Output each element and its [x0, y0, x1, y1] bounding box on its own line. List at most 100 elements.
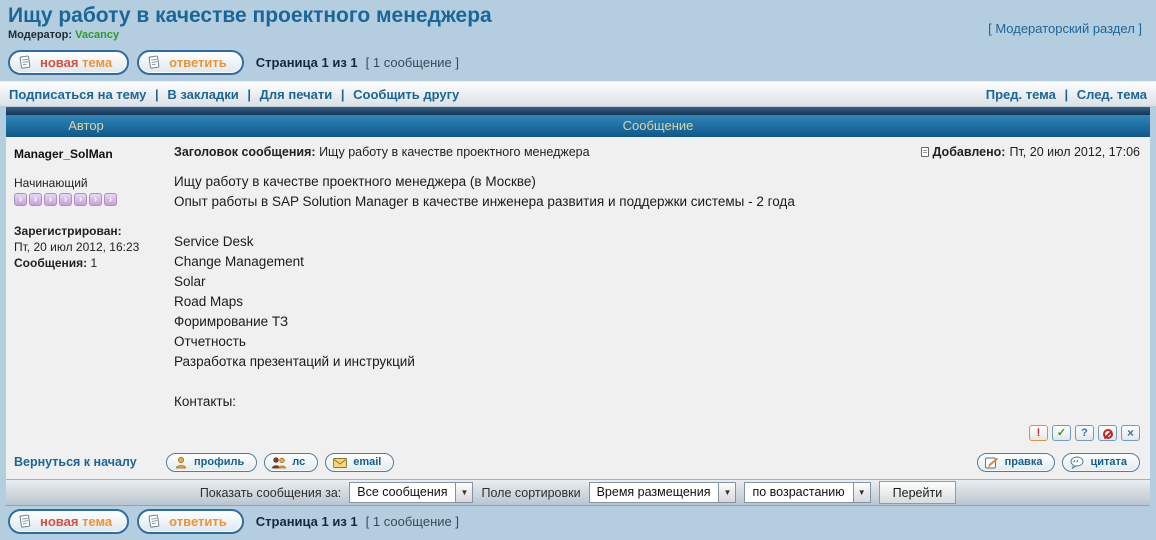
separator: | — [155, 87, 159, 102]
print-link[interactable]: Для печати — [260, 87, 333, 102]
reply-label: ответить — [169, 55, 227, 70]
topic-links-right: Пред. тема | След. тема — [986, 87, 1147, 102]
message-line: Форимрование ТЗ — [174, 312, 1140, 332]
moderation-icons: ! ✓ ? × — [1029, 425, 1140, 441]
message-count-bottom: [ 1 сообщение ] — [366, 514, 459, 529]
profile-person-icon — [173, 456, 189, 469]
message-line — [174, 372, 1140, 392]
registered-label: Зарегистрирован: — [14, 223, 160, 239]
dropdown-arrow-icon: ▼ — [853, 483, 870, 502]
moderator-name-link[interactable]: Vacancy — [75, 29, 119, 41]
next-topic-link[interactable]: След. тема — [1077, 87, 1147, 102]
sort-order-value: по возрастанию — [745, 483, 852, 502]
message-line: Разработка презентаций и инструкций — [174, 352, 1140, 372]
rank-stars: › › › › › › › — [14, 193, 160, 206]
new-topic-button-bottom[interactable]: новая тема — [8, 509, 129, 534]
rank-star-icon: › — [59, 193, 72, 206]
reply-paper-icon — [147, 514, 162, 529]
profile-label: профиль — [194, 456, 244, 468]
disapprove-icon[interactable] — [1098, 425, 1117, 441]
new-topic-label-part1: новая — [40, 514, 78, 529]
author-username: Manager_SolMan — [14, 147, 160, 161]
message-subject: Заголовок сообщения: Ищу работу в качест… — [174, 145, 590, 159]
quote-bubble-icon — [1069, 456, 1085, 469]
display-filter-bar: Показать сообщения за: Все сообщения ▼ П… — [6, 479, 1150, 506]
message-count: [ 1 сообщение ] — [366, 55, 459, 70]
moderator-label: Модератор: — [8, 29, 72, 41]
message-line: Road Maps — [174, 292, 1140, 312]
prev-topic-link[interactable]: Пред. тема — [986, 87, 1056, 102]
reply-label: ответить — [169, 514, 227, 529]
quote-button[interactable]: цитата — [1062, 453, 1140, 472]
new-topic-paper-icon — [18, 55, 33, 70]
sort-field-select[interactable]: Время размещения ▼ — [589, 482, 737, 503]
back-to-top-link[interactable]: Вернуться к началу — [14, 455, 166, 469]
moderator-section-link[interactable]: [ Модераторский раздел ] — [988, 21, 1142, 36]
new-topic-label-part1: новая — [40, 55, 78, 70]
message-body: Ищу работу в качестве проектного менедже… — [174, 172, 1140, 412]
table-column-headers: Автор Сообщение — [6, 115, 1150, 137]
registered-date: Пт, 20 июл 2012, 16:23 — [14, 239, 160, 255]
new-topic-label-part2: тема — [82, 514, 112, 529]
rank-star-icon: › — [74, 193, 87, 206]
author-column: Manager_SolMan Начинающий › › › › › › › … — [6, 137, 166, 449]
message-column-header: Сообщение — [166, 115, 1150, 137]
topic-links-bar: Подписаться на тему | В закладки | Для п… — [0, 81, 1156, 107]
private-message-button[interactable]: лс — [264, 453, 318, 472]
bookmark-link[interactable]: В закладки — [167, 87, 238, 102]
messages-label: Сообщения: — [14, 256, 87, 270]
sort-order-select[interactable]: по возрастанию ▼ — [744, 482, 870, 503]
edit-pencil-icon — [984, 456, 1000, 469]
new-topic-label-part2: тема — [82, 55, 112, 70]
bottom-toolbar: новая тема ответить Страница 1 из 1 [ 1 … — [0, 506, 1156, 537]
message-line: Solar — [174, 272, 1140, 292]
pm-two-persons-icon — [271, 456, 287, 469]
email-button[interactable]: email — [325, 453, 394, 472]
report-icon[interactable]: ! — [1029, 425, 1048, 441]
posts-table: Автор Сообщение Manager_SolMan Начинающи… — [6, 107, 1150, 506]
rank-star-icon: › — [89, 193, 102, 206]
posted-info: Добавлено: Пт, 20 июл 2012, 17:06 — [921, 145, 1141, 159]
message-header-row: Заголовок сообщения: Ищу работу в качест… — [174, 137, 1140, 159]
author-registration-info: Зарегистрирован: Пт, 20 июл 2012, 16:23 … — [14, 223, 160, 271]
reply-button[interactable]: ответить — [137, 50, 244, 75]
show-messages-select[interactable]: Все сообщения ▼ — [349, 482, 473, 503]
reply-button-bottom[interactable]: ответить — [137, 509, 244, 534]
email-envelope-icon — [332, 456, 348, 469]
edit-button[interactable]: правка — [977, 453, 1056, 472]
page-title: Ищу работу в качестве проектного менедже… — [8, 3, 1146, 28]
messages-count: 1 — [91, 256, 98, 270]
table-top-strip — [6, 107, 1150, 115]
edit-label: правка — [1005, 456, 1043, 468]
question-icon[interactable]: ? — [1075, 425, 1094, 441]
page-indicator: Страница 1 из 1 — [256, 55, 358, 70]
subject-label: Заголовок сообщения: — [174, 145, 316, 159]
author-column-header: Автор — [6, 115, 166, 137]
profile-button[interactable]: профиль — [166, 453, 257, 472]
delete-icon[interactable]: × — [1121, 425, 1140, 441]
email-label: email — [353, 456, 381, 468]
forum-topic-page: Ищу работу в качестве проектного менедже… — [0, 0, 1156, 540]
message-column: Заголовок сообщения: Ищу работу в качест… — [166, 137, 1150, 449]
posted-label: Добавлено: — [933, 145, 1006, 159]
reply-paper-icon — [147, 55, 162, 70]
posted-date: Пт, 20 июл 2012, 17:06 — [1009, 145, 1140, 159]
topic-links-left: Подписаться на тему | В закладки | Для п… — [9, 87, 459, 102]
no-entry-icon — [1103, 429, 1113, 439]
go-button[interactable]: Перейти — [879, 481, 957, 504]
quote-label: цитата — [1090, 456, 1127, 468]
dropdown-arrow-icon: ▼ — [718, 483, 735, 502]
moderate-buttons: правка цитата — [977, 453, 1140, 472]
new-topic-button[interactable]: новая тема — [8, 50, 129, 75]
tell-friend-link[interactable]: Сообщить другу — [353, 87, 459, 102]
post-row: Manager_SolMan Начинающий › › › › › › › … — [6, 137, 1150, 449]
new-topic-paper-icon — [18, 514, 33, 529]
rank-star-icon: › — [104, 193, 117, 206]
subscribe-link[interactable]: Подписаться на тему — [9, 87, 146, 102]
sort-field-label: Поле сортировки — [481, 486, 580, 500]
approve-icon[interactable]: ✓ — [1052, 425, 1071, 441]
topic-header: Ищу работу в качестве проектного менедже… — [0, 0, 1156, 43]
post-actions-row: Вернуться к началу профиль лс email — [6, 449, 1150, 479]
show-messages-value: Все сообщения — [350, 483, 455, 502]
rank-star-icon: › — [14, 193, 27, 206]
